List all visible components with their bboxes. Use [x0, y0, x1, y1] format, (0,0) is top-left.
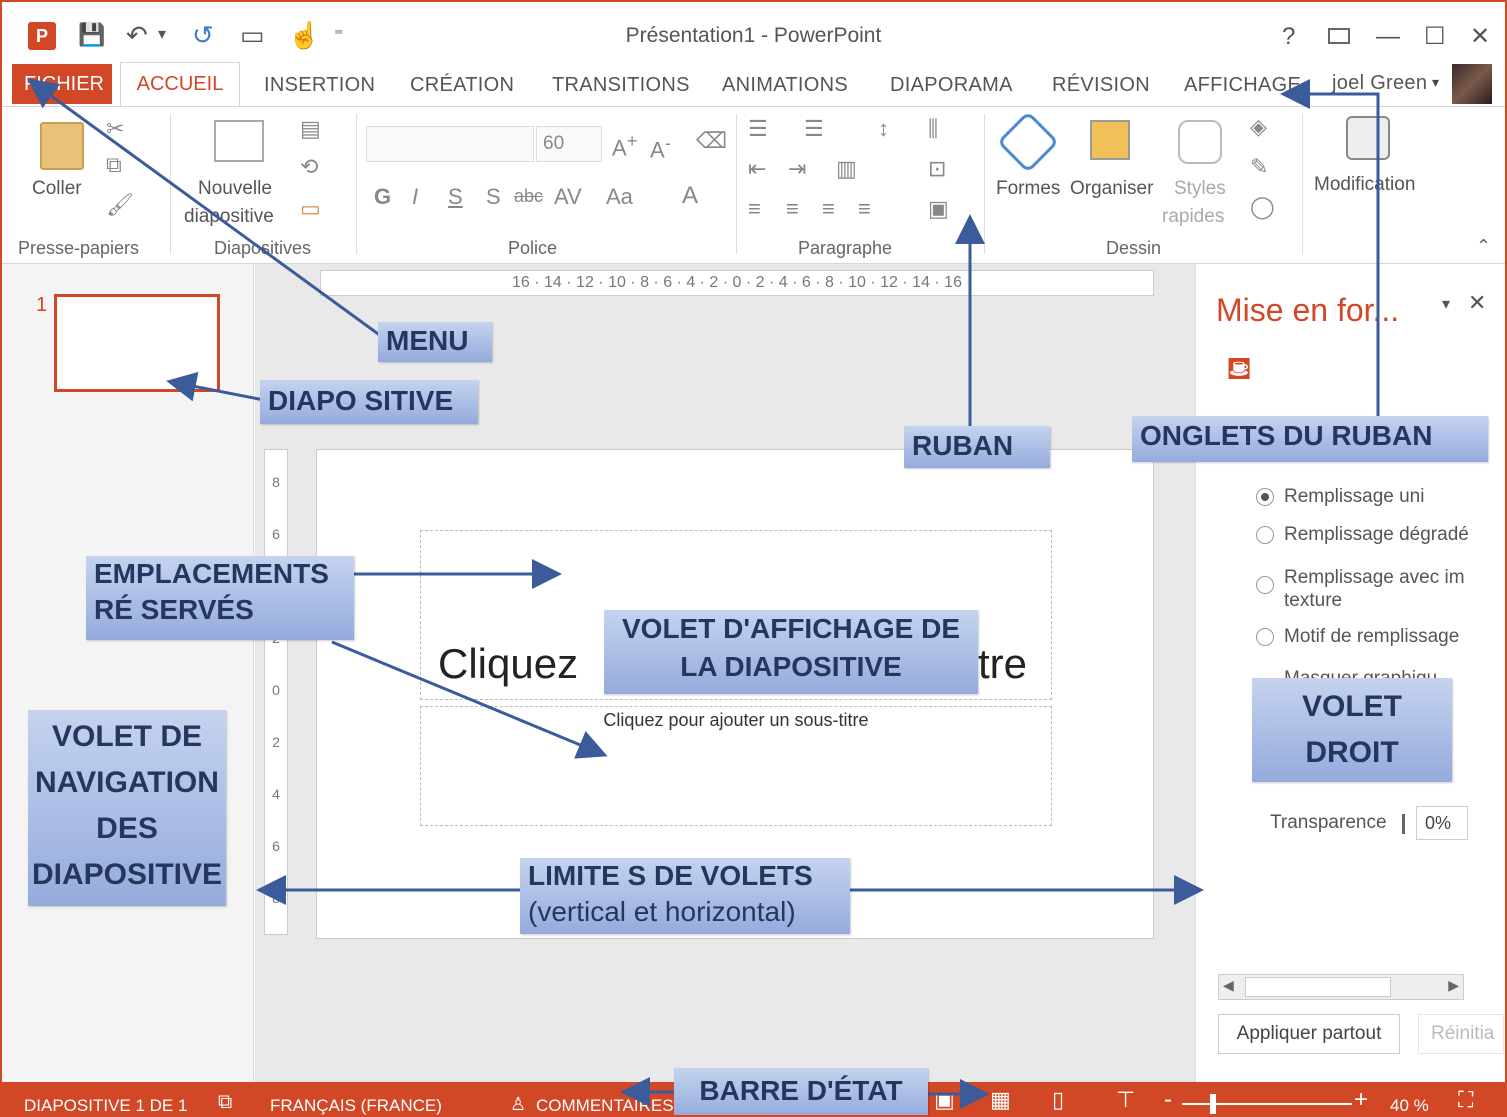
arrow-diapositive [166, 371, 265, 402]
callout-emplacements-line2: RÉ SERVÉS [94, 594, 254, 625]
arrow-onglets [1280, 79, 1380, 422]
callout-ruban: RUBAN [904, 426, 1050, 468]
callout-limites-line2: (vertical et horizontal) [528, 896, 796, 927]
callout-volet-droit-line1: VOLET [1301, 690, 1402, 723]
callout-barre-etat: BARRE D'ÉTAT [674, 1068, 928, 1115]
callout-limites: LIMITE S DE VOLETS (vertical et horizont… [520, 858, 850, 934]
callout-volet-affichage-line1: VOLET D'AFFICHAGE DE [622, 613, 960, 644]
callout-limites-line1: LIMITE S DE VOLETS [528, 860, 813, 891]
callout-volet-affichage-line2: LA DIAPOSITIVE [680, 651, 902, 682]
callout-menu: MENU [378, 322, 492, 362]
callout-emplacements-line1: EMPLACEMENTS [94, 558, 329, 589]
callout-volet-droit-line2: DROIT [1305, 736, 1399, 769]
callout-volet-navigation: VOLET DE NAVIGATION DES DIAPOSITIVE [28, 710, 226, 906]
callout-volet-nav-line2: NAVIGATION [35, 766, 219, 799]
powerpoint-window: P 💾 ↶ ▾ ↺ ▭ ☝ ⁼ Présentation1 - PowerPoi… [0, 0, 1507, 1117]
arrow-emplacements-2 [331, 640, 608, 759]
arrow-menu [27, 78, 393, 346]
callout-volet-affichage: VOLET D'AFFICHAGE DE LA DIAPOSITIVE [604, 610, 978, 694]
callout-onglets: ONGLETS DU RUBAN [1132, 416, 1488, 462]
callout-volet-nav-line4: DIAPOSITIVE [31, 858, 223, 891]
callout-volet-nav-line3: DES [96, 812, 158, 845]
callout-diapositive: DIAPO SITIVE [260, 380, 478, 424]
callout-emplacements: EMPLACEMENTS RÉ SERVÉS [86, 556, 354, 640]
callout-volet-nav-line1: VOLET DE [51, 720, 202, 753]
callout-volet-droit: VOLET DROIT [1252, 678, 1452, 782]
